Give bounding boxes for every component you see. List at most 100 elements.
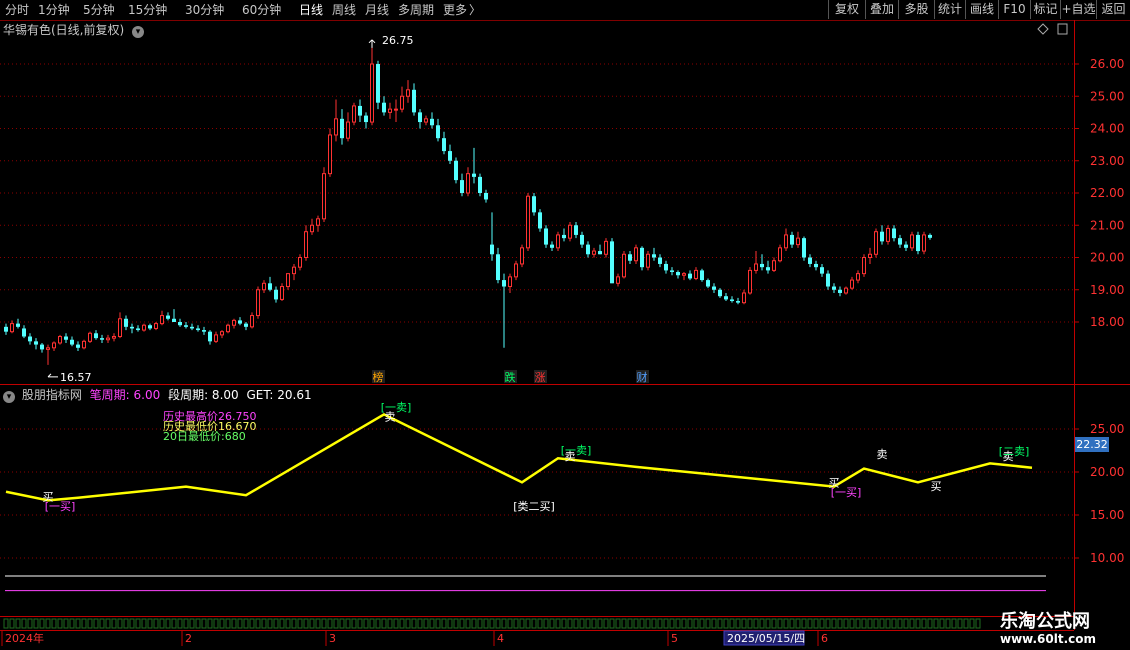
candle-body-down xyxy=(274,289,278,300)
volume-cell xyxy=(639,618,645,629)
volume-cell xyxy=(531,618,537,629)
candle-body-up xyxy=(334,118,338,136)
candle-body-down xyxy=(472,173,476,177)
volume-cell xyxy=(927,618,933,629)
event-marker-2: 涨 xyxy=(535,371,546,384)
candle-body-down xyxy=(76,344,80,348)
candle-body-up xyxy=(772,260,776,271)
volume-cell xyxy=(843,618,849,629)
candle-body-up xyxy=(88,332,92,342)
chart-canvas[interactable]: 18.00 19.00 20.00 21.00 22.00 23.00 24.00 25.00… xyxy=(0,0,1130,650)
candle-body-down xyxy=(64,336,68,340)
volume-cell xyxy=(735,618,741,629)
candle-body-down xyxy=(706,280,710,287)
candle-body-up xyxy=(10,323,14,333)
volume-cell xyxy=(261,618,267,629)
candle-body-up xyxy=(682,273,686,276)
volume-cell xyxy=(231,618,237,629)
volume-cell xyxy=(699,618,705,629)
price-tick-label: 23.00 xyxy=(1090,154,1124,168)
candle-body-up xyxy=(616,276,620,284)
volume-cell xyxy=(921,618,927,629)
volume-cell xyxy=(621,618,627,629)
date-label: 3 xyxy=(329,632,336,645)
volume-cell xyxy=(609,618,615,629)
volume-cell xyxy=(213,618,219,629)
volume-cell xyxy=(189,618,195,629)
volume-cell xyxy=(33,618,39,629)
volume-cell xyxy=(831,618,837,629)
diamond-icon xyxy=(1037,23,1049,35)
volume-cell xyxy=(579,618,585,629)
volume-cell xyxy=(99,618,105,629)
candle-body-down xyxy=(4,326,8,332)
volume-cell xyxy=(405,618,411,629)
volume-cell xyxy=(309,618,315,629)
candle-body-up xyxy=(400,95,404,110)
candle-body-up xyxy=(298,257,302,268)
volume-cell xyxy=(219,618,225,629)
volume-cell xyxy=(891,618,897,629)
candle-body-up xyxy=(106,337,110,341)
candle-body-up xyxy=(46,347,50,350)
candle-body-up xyxy=(310,224,314,233)
candle-body-up xyxy=(346,121,350,139)
watermark-title: 乐淘公式网 xyxy=(1000,611,1090,632)
volume-cell xyxy=(975,618,981,629)
price-tick-label: 26.00 xyxy=(1090,57,1124,71)
volume-cell xyxy=(591,618,597,629)
candle-body-down xyxy=(562,234,566,239)
volume-cell xyxy=(519,618,525,629)
price-tick-label: 22.00 xyxy=(1090,186,1124,200)
volume-cell xyxy=(723,618,729,629)
candle-body-up xyxy=(856,273,860,281)
candle-body-down xyxy=(670,270,674,273)
candle-body-down xyxy=(544,228,548,245)
volume-cell xyxy=(963,618,969,629)
candle-body-down xyxy=(100,338,104,340)
volume-cell xyxy=(903,618,909,629)
candle-body-down xyxy=(340,118,344,139)
price-tick-label: 24.00 xyxy=(1090,122,1124,136)
candle-body-up xyxy=(58,336,62,344)
candle-body-down xyxy=(688,273,692,279)
volume-cell xyxy=(807,618,813,629)
candle-body-down xyxy=(130,326,134,329)
candle-body-up xyxy=(508,276,512,288)
volume-cell xyxy=(411,618,417,629)
signal-label-12: [二卖] xyxy=(999,445,1030,458)
volume-cell xyxy=(87,618,93,629)
volume-cell xyxy=(969,618,975,629)
candle-body-up xyxy=(286,273,290,288)
volume-cell xyxy=(789,618,795,629)
volume-cell xyxy=(315,618,321,629)
candle-body-up xyxy=(232,319,236,326)
candle-body-up xyxy=(514,263,518,278)
volume-cell xyxy=(165,618,171,629)
candle-body-down xyxy=(730,299,734,302)
candle-body-down xyxy=(268,283,272,290)
candle-body-down xyxy=(208,331,212,342)
volume-cell xyxy=(123,618,129,629)
candle-body-up xyxy=(520,247,524,265)
candle-body-up xyxy=(526,195,530,249)
volume-cell xyxy=(879,618,885,629)
candle-body-down xyxy=(40,344,44,350)
volume-cell xyxy=(627,618,633,629)
volume-cell xyxy=(321,618,327,629)
candle-body-down xyxy=(724,296,728,300)
volume-cell xyxy=(945,618,951,629)
volume-cell xyxy=(555,618,561,629)
candle-body-down xyxy=(676,272,680,276)
volume-cell xyxy=(825,618,831,629)
volume-cell xyxy=(465,618,471,629)
volume-cell xyxy=(561,618,567,629)
candle-body-up xyxy=(886,227,890,242)
candle-body-down xyxy=(916,234,920,252)
candle-body-up xyxy=(466,173,470,194)
volume-cell xyxy=(129,618,135,629)
volume-cell xyxy=(597,618,603,629)
date-label: 6 xyxy=(821,632,828,645)
candle-body-down xyxy=(70,339,74,345)
volume-cell xyxy=(159,618,165,629)
